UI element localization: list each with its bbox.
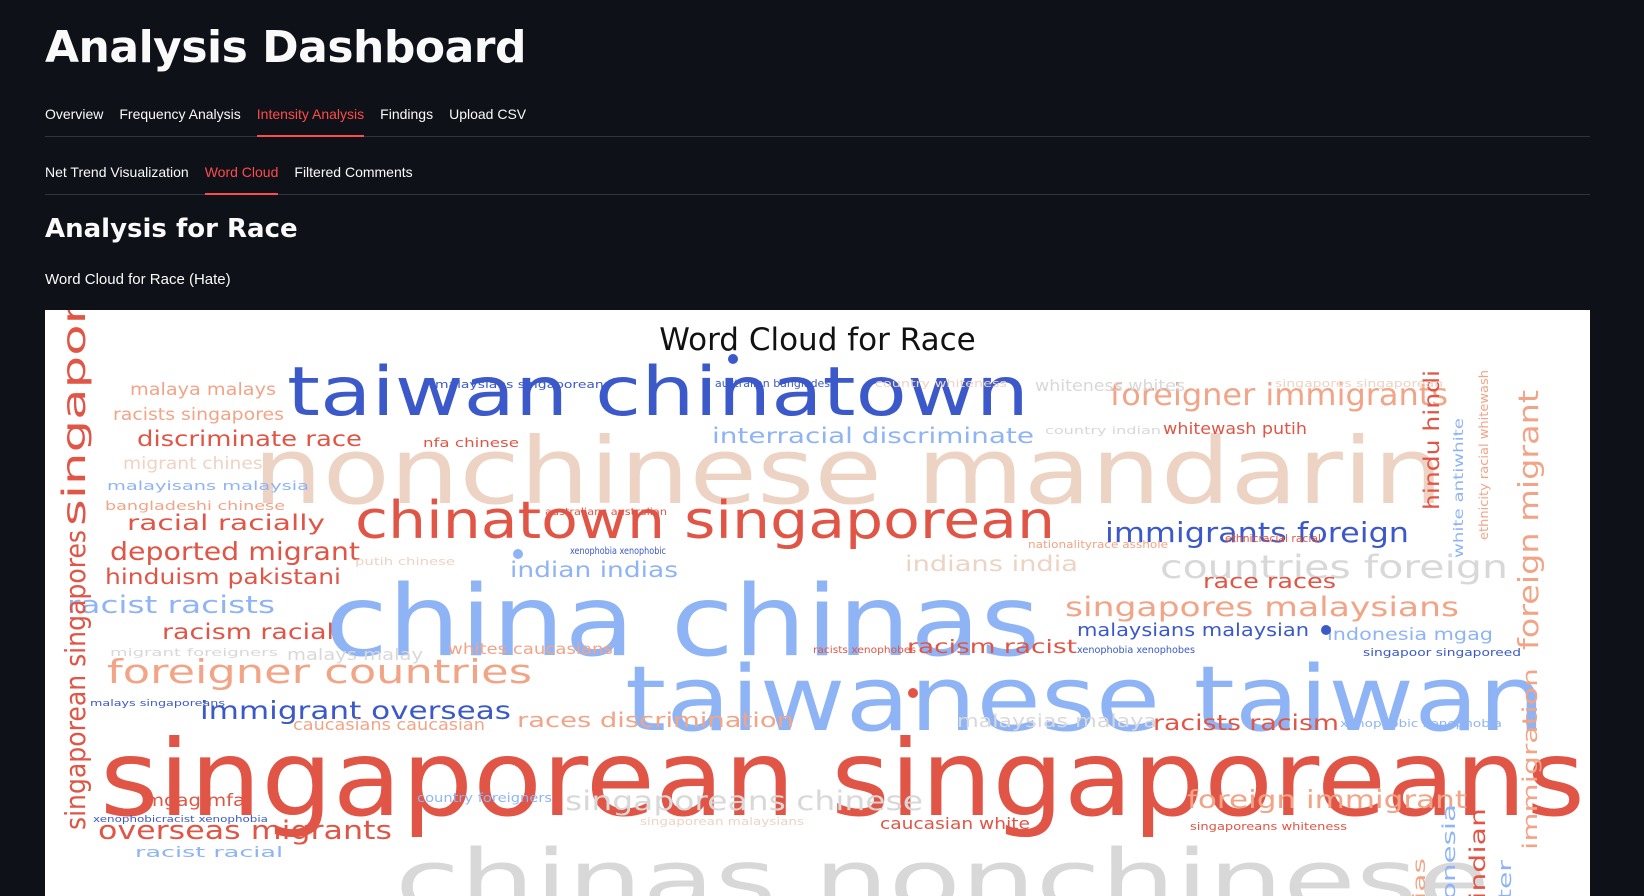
word-cloud-dot	[908, 688, 918, 698]
word-cloud-term: mgag mfa	[145, 791, 245, 811]
word-cloud-term: ethnicracial racial	[1225, 532, 1321, 545]
word-cloud-term: australian bangladesh	[715, 377, 837, 390]
word-cloud-term: country whiteness	[875, 377, 1007, 390]
word-cloud-term: indian indias	[510, 558, 678, 582]
word-cloud-canvas: taiwan chinatownnonchinese mandarinchina…	[55, 310, 1585, 896]
word-cloud-term: racist racial	[135, 845, 283, 861]
section-title: Analysis for Race	[45, 214, 298, 244]
word-cloud-term: whiteness whites	[1035, 376, 1185, 395]
sub-tab-bar: Net Trend Visualization Word Cloud Filte…	[45, 158, 1590, 195]
tab-filtered-comments[interactable]: Filtered Comments	[294, 158, 412, 194]
word-cloud-term: singapores singaporean	[1275, 377, 1443, 390]
word-cloud-term: australians australian	[545, 507, 667, 518]
word-cloud-term: interracial discriminate	[712, 424, 1034, 448]
word-cloud-term: malaysians singaporeans	[435, 378, 611, 391]
word-cloud-term: malaysias malaya	[957, 711, 1157, 732]
word-cloud-term: singaporean singapores	[59, 530, 92, 830]
tab-upload-csv[interactable]: Upload CSV	[449, 100, 526, 136]
word-cloud-term: immigration	[1518, 668, 1542, 850]
word-cloud-term: singapores	[55, 310, 93, 526]
word-cloud-dot	[728, 354, 738, 364]
word-cloud-term: nfa chinese	[423, 436, 519, 450]
word-cloud-term: xenophobia xenophobes	[1077, 645, 1195, 656]
tab-intensity-analysis[interactable]: Intensity Analysis	[256, 100, 365, 137]
tab-findings[interactable]: Findings	[380, 100, 433, 136]
word-cloud-term: racism racist	[907, 636, 1077, 658]
word-cloud-term: malays singaporeans	[90, 699, 225, 709]
word-cloud-term: foreign immigrant	[1187, 785, 1467, 814]
word-cloud-term: migrant foreigners	[110, 646, 278, 659]
word-cloud-term: ias	[1410, 858, 1430, 896]
word-cloud-term: malays malay	[287, 645, 423, 664]
word-cloud-term: singaporean malaysians	[640, 815, 804, 828]
word-cloud-term: singapores malaysians	[1065, 592, 1459, 623]
word-cloud-term: xenophobicracist xenophobia	[93, 815, 268, 825]
word-cloud-term: singapoor singaporeed	[1363, 646, 1521, 659]
word-cloud-term: malayisans malaysia	[107, 479, 309, 493]
word-cloud-term: hindu hindi	[1420, 370, 1444, 510]
word-cloud-term: malaysians malaysian	[1077, 620, 1309, 641]
word-cloud-term: deported migrant	[110, 537, 360, 566]
word-cloud-term: singaporeans whiteness	[1190, 820, 1347, 833]
word-cloud-term: whitewash putih	[1163, 419, 1307, 438]
word-cloud-term: indian	[1466, 808, 1490, 896]
word-cloud-term: chinatown singaporean	[355, 491, 1055, 551]
word-cloud-term: nationalityrace asshole	[1028, 538, 1168, 551]
word-cloud-term: caucasian white	[880, 814, 1030, 833]
word-cloud-term: racist racists	[67, 591, 275, 619]
word-cloud-term: caucasians caucasian	[293, 715, 485, 734]
word-cloud-term: putih chinese	[355, 555, 455, 568]
word-cloud-caption: Word Cloud for Race (Hate)	[45, 271, 231, 288]
word-cloud-term: racism racial	[162, 620, 334, 644]
word-cloud-term: foreign migrant	[1512, 390, 1545, 650]
word-cloud-term: indonesia mgag	[1327, 625, 1493, 645]
word-cloud-term: xenophobia xenophobic	[570, 546, 666, 557]
word-cloud-term: racists racism	[1153, 711, 1339, 735]
tab-word-cloud[interactable]: Word Cloud	[204, 158, 278, 195]
word-cloud-term: hinduism pakistani	[105, 565, 341, 589]
word-cloud-term: chinas nonchinese	[395, 832, 1490, 896]
app-page: Analysis Dashboard Overview Frequency An…	[0, 0, 1644, 896]
tab-net-trend-visualization[interactable]: Net Trend Visualization	[45, 158, 189, 194]
word-cloud-term: racial racially	[127, 511, 325, 535]
word-cloud-term: country foreigners	[417, 791, 552, 805]
word-cloud-term: ethnicity racial whitewash	[1477, 370, 1491, 540]
word-cloud-term: racists xenophobes	[813, 645, 916, 656]
word-cloud-term: xenophobic xenophobia	[1340, 717, 1502, 730]
word-cloud-dot	[1321, 625, 1331, 635]
word-cloud-image: Word Cloud for Race taiwan chinatown nonc…	[45, 310, 1590, 896]
word-cloud-term: malaya malays	[130, 380, 276, 400]
page-title: Analysis Dashboard	[45, 22, 526, 73]
word-cloud-term: racists singapores	[113, 405, 284, 425]
word-cloud-term: races discrimination	[517, 708, 794, 732]
word-cloud-term: discriminate race	[137, 427, 362, 451]
main-tab-bar: Overview Frequency Analysis Intensity An…	[45, 100, 1590, 137]
word-cloud-term: bangladeshi chinese	[105, 499, 285, 513]
word-cloud-term: white antiwhite	[1452, 418, 1467, 558]
word-cloud-term: ter	[1495, 859, 1516, 896]
word-cloud-term: country indian	[1045, 424, 1161, 437]
tab-frequency-analysis[interactable]: Frequency Analysis	[119, 100, 240, 136]
word-cloud-term: migrant chinese	[123, 454, 274, 474]
word-cloud-term: whites caucasians	[448, 640, 613, 658]
tab-overview[interactable]: Overview	[45, 100, 103, 136]
word-cloud-dot	[513, 549, 523, 559]
word-cloud-term: indians india	[905, 552, 1078, 576]
word-cloud-term: singaporeans chinese	[565, 786, 923, 817]
word-cloud-term: race races	[1203, 569, 1336, 593]
word-cloud-term: onesia	[1439, 804, 1460, 896]
